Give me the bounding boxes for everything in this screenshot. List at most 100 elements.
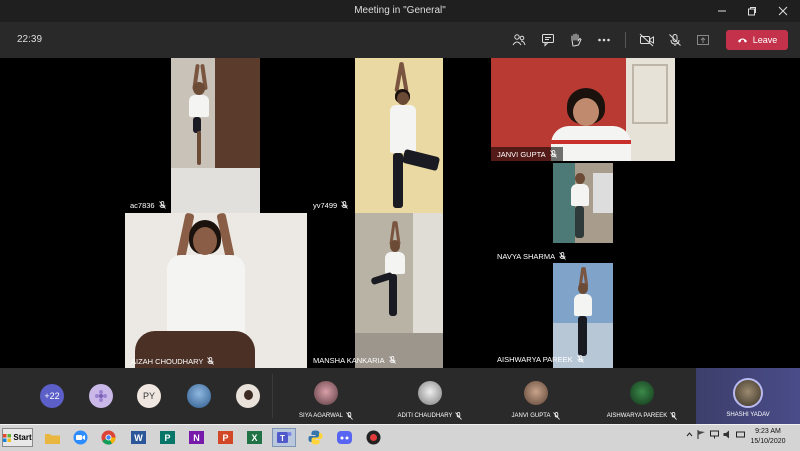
figure-head: [193, 227, 217, 255]
participant-card-self[interactable]: SHASHI YADAV: [696, 368, 800, 424]
discord-icon: [336, 431, 352, 444]
mic-off-icon: [207, 357, 215, 365]
mic-toggle-button[interactable]: [665, 30, 685, 50]
close-icon: [778, 6, 788, 16]
minimize-button[interactable]: [707, 0, 737, 22]
taskbar-app-publisher[interactable]: P: [157, 428, 177, 447]
keyboard-icon[interactable]: [736, 430, 745, 439]
zoom-icon: [73, 430, 87, 445]
participant-card[interactable]: JANVI GUPTA: [486, 368, 586, 424]
meeting-toolbar: 22:39: [0, 22, 800, 58]
tile-shelf: [413, 213, 443, 333]
participant-name: SHASHI YADAV: [726, 412, 770, 418]
taskbar-app-python[interactable]: [305, 428, 325, 447]
participant-initials-avatar[interactable]: PY: [137, 384, 161, 408]
tile-name-label: AISHWARYA PAREEK: [497, 352, 584, 366]
clock-date: 15/10/2020: [750, 438, 786, 445]
speaker-icon[interactable]: [723, 430, 732, 439]
participant-name: AISHWARYA PAREEK: [497, 354, 573, 364]
system-tray: [686, 430, 745, 439]
onenote-icon: N: [188, 431, 204, 444]
maximize-button[interactable]: [737, 0, 767, 22]
restore-icon: [748, 7, 756, 16]
participant-avatar[interactable]: [236, 384, 260, 408]
figure-head: [573, 98, 599, 126]
video-tile[interactable]: [553, 163, 613, 243]
video-tile[interactable]: [355, 58, 443, 213]
svg-text:N: N: [193, 433, 200, 443]
participant-card[interactable]: SIYA AGARWAL: [280, 368, 372, 424]
os-taskbar: Start W P N P X T 9:23 AM 15/10/2020: [0, 424, 800, 451]
video-tile[interactable]: [355, 213, 443, 368]
chat-icon: [542, 34, 554, 47]
raise-hand-button[interactable]: [566, 30, 586, 50]
participant-avatar[interactable]: [187, 384, 211, 408]
video-tile[interactable]: [171, 58, 260, 213]
participants-button[interactable]: [509, 30, 529, 50]
meeting-timer: 22:39: [17, 34, 43, 45]
participant-card[interactable]: AISHWARYA PAREEK: [592, 368, 692, 424]
teams-icon: T: [276, 432, 291, 443]
record-icon: [366, 430, 380, 445]
taskbar-app-excel[interactable]: X: [244, 428, 264, 447]
taskbar-app-word[interactable]: W: [128, 428, 148, 447]
mic-off-icon: [346, 412, 353, 420]
participant-photo: [524, 381, 548, 405]
mic-off-icon: [670, 412, 678, 420]
taskbar-app-onenote[interactable]: N: [186, 428, 206, 447]
taskbar-app-chrome[interactable]: [98, 428, 118, 447]
shirt-stripe: [551, 140, 631, 144]
video-tile[interactable]: JANVI GUPTA: [491, 58, 675, 161]
participant-name: ADITI CHAUDHARY: [397, 413, 453, 419]
figure-torso: [167, 255, 245, 340]
word-icon: W: [130, 431, 146, 444]
tile-name-label: yv7499: [313, 198, 348, 212]
participant-strip: +22 PY SIYA AGARWAL ADITI CHAUDHARY JANV…: [0, 368, 800, 424]
participant-avatar[interactable]: [89, 384, 113, 408]
excel-icon: X: [246, 431, 262, 444]
taskbar-app-recorder[interactable]: [363, 428, 383, 447]
taskbar-app-powerpoint[interactable]: P: [215, 428, 235, 447]
figure-leg: [389, 274, 397, 316]
taskbar-app-discord[interactable]: [334, 428, 354, 447]
clock-time: 9:23 AM: [755, 428, 781, 435]
start-label: Start: [13, 433, 32, 442]
mic-off-icon: [341, 201, 348, 209]
hang-up-icon: [737, 38, 747, 43]
chevron-up-icon[interactable]: [686, 431, 693, 438]
tile-name-label: NAVYA SHARMA: [497, 249, 566, 263]
python-icon: [308, 430, 322, 445]
chat-button[interactable]: [538, 30, 558, 50]
participant-card[interactable]: ADITI CHAUDHARY: [380, 368, 480, 424]
more-actions-button[interactable]: [594, 30, 614, 50]
folder-icon: [44, 433, 60, 444]
mic-off-icon: [549, 150, 557, 158]
taskbar-app-zoom[interactable]: [70, 428, 90, 447]
flag-icon[interactable]: [697, 430, 706, 439]
close-button[interactable]: [768, 0, 798, 22]
chrome-icon: [101, 430, 116, 445]
share-tray-icon: [697, 35, 709, 45]
video-tile[interactable]: AIZAH CHOUDHARY: [125, 213, 307, 368]
participant-name: NAVYA SHARMA: [497, 251, 556, 261]
flower-icon: [95, 390, 107, 402]
figure-leg: [197, 131, 201, 165]
overflow-participants-button[interactable]: +22: [40, 384, 64, 408]
svg-text:W: W: [134, 433, 143, 443]
figure-head: [193, 82, 205, 95]
taskbar-clock[interactable]: 9:23 AM 15/10/2020: [748, 427, 788, 447]
leave-button[interactable]: Leave: [726, 30, 788, 50]
start-button[interactable]: Start: [2, 428, 33, 447]
network-icon[interactable]: [710, 430, 719, 439]
camera-toggle-button[interactable]: [637, 30, 657, 50]
taskbar-app-teams[interactable]: T: [272, 428, 296, 447]
share-screen-button[interactable]: [693, 30, 713, 50]
figure-torso: [385, 252, 405, 274]
more-icon: [598, 38, 610, 42]
figure-head: [397, 92, 409, 105]
overflow-count: +22: [44, 391, 60, 401]
leave-label: Leave: [752, 35, 778, 45]
taskbar-app-file-explorer[interactable]: [42, 428, 62, 447]
participant-name: AIZAH CHOUDHARY: [131, 356, 204, 366]
participant-name: MANSHA KANKARIA: [313, 355, 385, 365]
